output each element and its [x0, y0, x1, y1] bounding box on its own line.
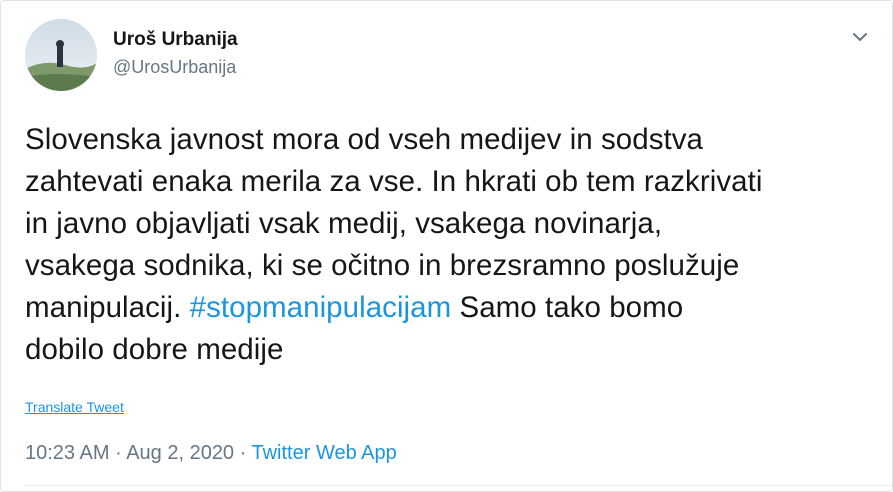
tweet-text: Slovenska javnost mora od vseh medijev i… — [25, 119, 865, 371]
tweet-text-line: vsakega sodnika, ki se očitno in brezsra… — [25, 249, 740, 282]
tweet-card: Uroš Urbanija @UrosUrbanija Slovenska ja… — [0, 0, 893, 492]
tweet-time[interactable]: 10:23 AM — [25, 442, 110, 464]
tweet-text-line: manipulacij. #stopmanipulacijam Samo tak… — [25, 287, 865, 329]
tweet-text-line: in javno objavljati vsak medij, vsakega … — [25, 207, 663, 240]
chevron-down-icon[interactable] — [846, 23, 874, 51]
author-name[interactable]: Uroš Urbanija — [113, 29, 238, 51]
tweet-text-segment: manipulacij. — [25, 291, 190, 324]
avatar-image — [25, 19, 97, 91]
tweet-meta: 10:23 AM · Aug 2, 2020 · Twitter Web App — [25, 442, 397, 465]
tweet-text-line: dobilo dobre medije — [25, 333, 284, 366]
meta-separator: · — [109, 442, 127, 464]
hashtag-link[interactable]: #stopmanipulacijam — [190, 291, 452, 324]
tweet-source-link[interactable]: Twitter Web App — [251, 442, 396, 464]
translate-tweet-link[interactable]: Translate Tweet — [25, 399, 124, 415]
tweet-text-line: zahtevati enaka merila za vse. In hkrati… — [25, 165, 763, 198]
author-handle[interactable]: @UrosUrbanija — [113, 57, 236, 78]
tweet-text-segment: Samo tako bomo — [451, 291, 684, 324]
meta-separator: · — [234, 442, 252, 464]
divider — [25, 485, 892, 486]
tweet-text-line: Slovenska javnost mora od vseh medijev i… — [25, 123, 704, 156]
avatar[interactable] — [25, 19, 97, 91]
tweet-date[interactable]: Aug 2, 2020 — [126, 442, 234, 464]
